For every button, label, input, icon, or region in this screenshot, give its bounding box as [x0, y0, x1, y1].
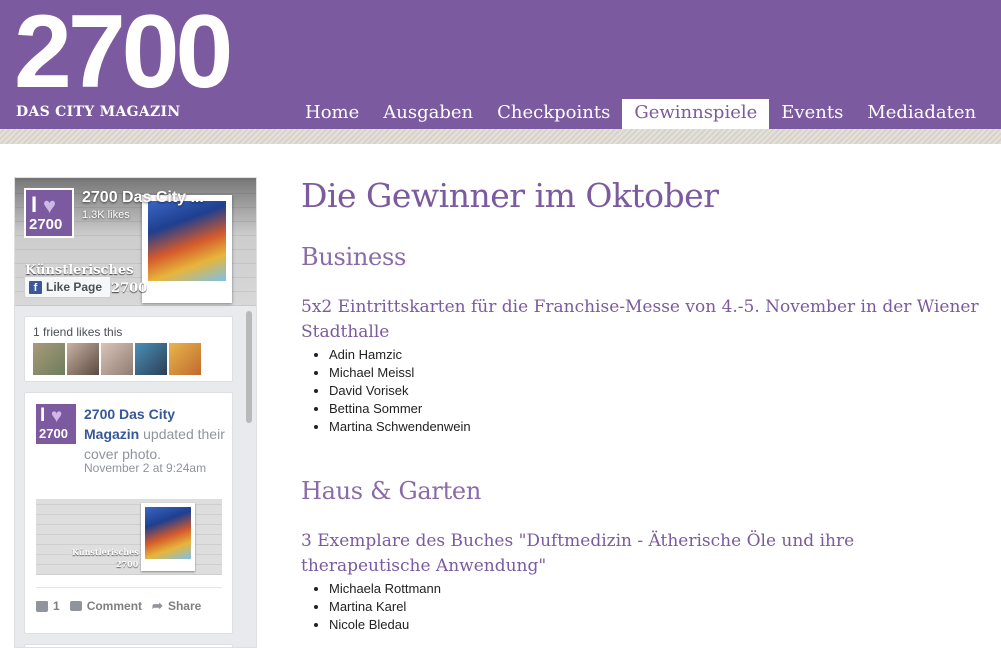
- prize-title-business: 5x2 Eintrittskarten für die Franchise-Me…: [301, 297, 979, 342]
- fb-cover-text-number: 2700: [111, 281, 148, 296]
- list-item: Bettina Sommer: [329, 400, 471, 418]
- fb-like-page-button[interactable]: f Like Page: [24, 276, 112, 298]
- friends-like-label: 1 friend likes this: [33, 325, 123, 339]
- header-stripe-divider: [0, 129, 1001, 144]
- list-item: Martina Schwendenwein: [329, 418, 471, 436]
- section-heading-business: Business: [301, 243, 406, 271]
- post-photo-text: Künstlerisches: [72, 547, 139, 557]
- fb-page-avatar[interactable]: I ♥ 2700: [24, 188, 74, 238]
- heart-logo-icon: I ♥ 2700: [36, 404, 76, 444]
- fb-next-post-card: [24, 644, 233, 647]
- nav-item-mediadaten[interactable]: Mediadaten: [855, 99, 988, 129]
- share-action[interactable]: ➦ Share: [152, 598, 201, 614]
- list-item: Adin Hamzic: [329, 346, 471, 364]
- prize-title-haus-garten: 3 Exemplare des Buches "Duftmedizin - Ät…: [301, 531, 855, 576]
- friend-avatars: [33, 343, 201, 375]
- post-actions: 1 Comment ➦ Share: [36, 598, 201, 614]
- fb-page-name[interactable]: 2700 Das City ...: [82, 189, 204, 207]
- friend-avatar[interactable]: [169, 343, 201, 375]
- list-item: Nicole Bledau: [329, 616, 441, 634]
- friend-avatar[interactable]: [135, 343, 167, 375]
- fb-friends-card: 1 friend likes this: [24, 316, 233, 382]
- friend-avatar[interactable]: [33, 343, 65, 375]
- post-text: 2700 Das City Magazin updated their cove…: [84, 404, 229, 464]
- like-page-label: Like Page: [46, 280, 103, 294]
- post-photo-text-number: 2700: [116, 559, 139, 569]
- site-header: 2700 DAS CITY MAGAZIN Home Ausgaben Chec…: [0, 0, 1001, 129]
- nav-item-checkpoints[interactable]: Checkpoints: [485, 99, 622, 129]
- page-title: Die Gewinner im Oktober: [301, 176, 719, 215]
- logo-subtitle[interactable]: DAS CITY MAGAZIN: [16, 104, 181, 120]
- section-heading-haus-garten: Haus & Garten: [301, 477, 481, 505]
- list-item: Michaela Rottmann: [329, 580, 441, 598]
- like-action[interactable]: 1: [36, 599, 60, 613]
- comment-action[interactable]: Comment: [69, 599, 143, 613]
- comment-label: Comment: [86, 599, 143, 613]
- post-timestamp[interactable]: November 2 at 9:24am: [84, 461, 206, 475]
- friend-avatar[interactable]: [101, 343, 133, 375]
- post-author-avatar[interactable]: I ♥ 2700: [36, 404, 76, 444]
- poster-artwork: [148, 201, 226, 281]
- nav-item-ausgaben[interactable]: Ausgaben: [371, 99, 485, 129]
- friend-avatar[interactable]: [67, 343, 99, 375]
- list-item: Martina Karel: [329, 598, 441, 616]
- like-count: 1: [53, 599, 60, 613]
- nav-item-events[interactable]: Events: [769, 99, 855, 129]
- nav-item-gewinnspiele[interactable]: Gewinnspiele: [622, 99, 770, 129]
- poster-artwork: [145, 507, 191, 559]
- post-photo[interactable]: Künstlerisches 2700: [36, 499, 222, 575]
- winner-list-business: Adin Hamzic Michael Meissl David Vorisek…: [329, 346, 471, 436]
- fb-post-card: I ♥ 2700 2700 Das City Magazin updated t…: [24, 392, 233, 634]
- fb-scrollbar-thumb[interactable]: [246, 311, 252, 423]
- fb-cover-poster: [142, 195, 232, 303]
- fb-like-count: 1.3K likes: [82, 209, 130, 221]
- share-icon: ➦: [152, 598, 163, 613]
- comment-icon: [69, 601, 82, 611]
- logo-number[interactable]: 2700: [14, 0, 233, 104]
- share-label: Share: [167, 599, 202, 613]
- list-item: David Vorisek: [329, 382, 471, 400]
- post-divider: [36, 587, 222, 588]
- heart-logo-icon: I ♥ 2700: [26, 190, 72, 236]
- facebook-page-widget: I ♥ 2700 2700 Das City ... 1.3K likes Kü…: [14, 177, 257, 648]
- nav-item-home[interactable]: Home: [293, 99, 371, 129]
- facebook-f-icon: f: [29, 280, 42, 294]
- winner-list-haus-garten: Michaela Rottmann Martina Karel Nicole B…: [329, 580, 441, 634]
- post-photo-poster: [141, 503, 195, 571]
- thumbs-up-icon: [36, 600, 48, 612]
- list-item: Michael Meissl: [329, 364, 471, 382]
- main-nav: Home Ausgaben Checkpoints Gewinnspiele E…: [293, 99, 988, 129]
